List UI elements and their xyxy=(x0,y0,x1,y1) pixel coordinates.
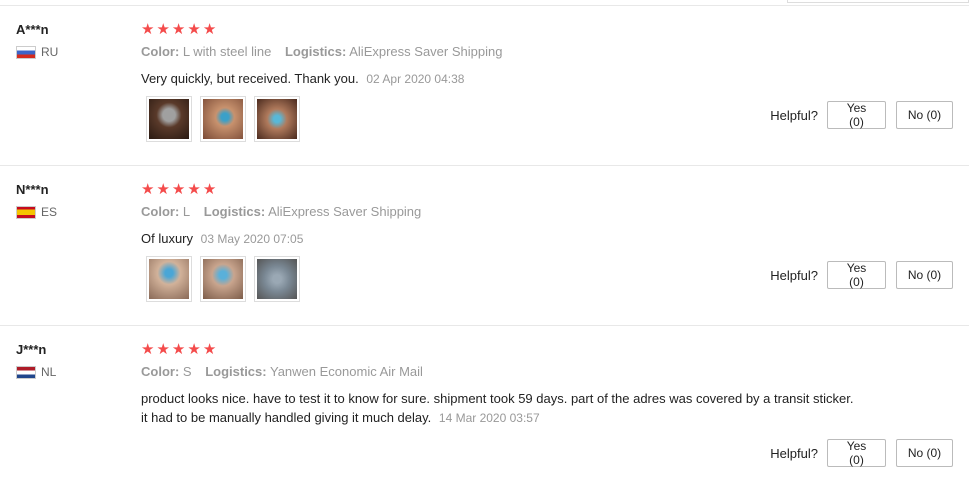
logistics-value: AliExpress Saver Shipping xyxy=(349,44,503,59)
country-code: ES xyxy=(41,205,58,219)
review-text: product looks nice. have to test it to k… xyxy=(141,389,861,428)
review-text: Very quickly, but received. Thank you. 0… xyxy=(141,69,901,89)
reviewer-info: J***n NL xyxy=(16,342,56,379)
review-body: Of luxury xyxy=(141,231,194,246)
review-photos xyxy=(146,96,308,142)
reviewer-name: J***n xyxy=(16,342,47,357)
helpful-label: Helpful? xyxy=(770,107,818,123)
logistics-value: Yanwen Economic Air Mail xyxy=(270,364,423,379)
star-rating: ★★★★★ xyxy=(141,20,901,40)
helpful-no-button[interactable]: No (0) xyxy=(896,261,953,289)
star-icon: ★ xyxy=(171,181,187,198)
review-date: 02 Apr 2020 04:38 xyxy=(366,72,465,86)
top-control-edge xyxy=(787,0,969,3)
country-code: NL xyxy=(41,365,57,379)
review-content: ★★★★★ Color: S Logistics: Yanwen Economi… xyxy=(141,340,901,428)
reviewer-country: NL xyxy=(16,365,56,379)
color-label: Color: xyxy=(141,204,180,219)
review-photo-thumbnail[interactable] xyxy=(200,256,246,302)
reviewer-name: A***n xyxy=(16,22,49,37)
review-date: 03 May 2020 07:05 xyxy=(200,232,304,246)
review-content: ★★★★★ Color: L with steel line Logistics… xyxy=(141,20,901,89)
helpful-section: Helpful? Yes (0) No (0) xyxy=(770,101,953,129)
star-icon: ★ xyxy=(202,21,218,38)
review-photo-thumbnail[interactable] xyxy=(200,96,246,142)
logistics-label: Logistics: xyxy=(284,44,347,59)
star-icon: ★ xyxy=(156,21,171,38)
star-icon: ★ xyxy=(187,341,202,358)
review-content: ★★★★★ Color: L Logistics: AliExpress Sav… xyxy=(141,180,901,249)
review-meta: Color: L with steel line Logistics: AliE… xyxy=(141,44,901,59)
review-photos xyxy=(146,256,308,302)
color-label: Color: xyxy=(141,44,180,59)
helpful-yes-button[interactable]: Yes (0) xyxy=(827,261,886,289)
helpful-label: Helpful? xyxy=(770,445,818,461)
review-text: Of luxury 03 May 2020 07:05 xyxy=(141,229,901,249)
star-icon: ★ xyxy=(141,21,156,38)
helpful-no-button[interactable]: No (0) xyxy=(896,101,953,129)
netherlands-flag-icon xyxy=(16,365,36,379)
spain-flag-icon xyxy=(16,205,36,219)
review-photo-thumbnail[interactable] xyxy=(254,96,300,142)
helpful-section: Helpful? Yes (0) No (0) xyxy=(770,261,953,289)
star-icon: ★ xyxy=(156,181,171,198)
review-item: J***n NL ★★★★★ Color: S Logistics: Yanwe… xyxy=(0,326,969,478)
helpful-no-button[interactable]: No (0) xyxy=(896,439,953,467)
star-rating: ★★★★★ xyxy=(141,180,901,200)
helpful-yes-button[interactable]: Yes (0) xyxy=(827,439,886,467)
helpful-label: Helpful? xyxy=(770,267,818,283)
star-icon: ★ xyxy=(141,341,156,358)
review-item: N***n ES ★★★★★ Color: L Logistics: AliEx… xyxy=(0,166,969,326)
review-item: A***n RU ★★★★★ Color: L with steel line … xyxy=(0,6,969,166)
review-photo-thumbnail[interactable] xyxy=(146,256,192,302)
star-icon: ★ xyxy=(187,181,202,198)
star-icon: ★ xyxy=(156,341,171,358)
logistics-label: Logistics: xyxy=(203,204,266,219)
color-value: L with steel line xyxy=(182,44,272,59)
review-photo-thumbnail[interactable] xyxy=(146,96,192,142)
helpful-yes-button[interactable]: Yes (0) xyxy=(827,101,886,129)
reviewer-country: ES xyxy=(16,205,57,219)
logistics-label: Logistics: xyxy=(205,364,267,379)
review-photo-thumbnail[interactable] xyxy=(254,256,300,302)
star-rating: ★★★★★ xyxy=(141,340,901,360)
review-body: Very quickly, but received. Thank you. xyxy=(141,71,359,86)
star-icon: ★ xyxy=(202,181,218,198)
reviewer-info: N***n ES xyxy=(16,182,57,219)
helpful-section: Helpful? Yes (0) No (0) xyxy=(770,439,953,467)
reviewer-info: A***n RU xyxy=(16,22,58,59)
star-icon: ★ xyxy=(171,21,187,38)
review-meta: Color: L Logistics: AliExpress Saver Shi… xyxy=(141,204,901,219)
reviewer-name: N***n xyxy=(16,182,49,197)
review-meta: Color: S Logistics: Yanwen Economic Air … xyxy=(141,364,901,379)
russia-flag-icon xyxy=(16,45,36,59)
star-icon: ★ xyxy=(171,341,187,358)
star-icon: ★ xyxy=(141,181,156,198)
color-label: Color: xyxy=(141,364,180,379)
logistics-value: AliExpress Saver Shipping xyxy=(268,204,422,219)
review-date: 14 Mar 2020 03:57 xyxy=(438,411,540,425)
star-icon: ★ xyxy=(202,341,218,358)
country-code: RU xyxy=(41,45,59,59)
color-value: L xyxy=(182,204,191,219)
star-icon: ★ xyxy=(187,21,202,38)
color-value: S xyxy=(182,364,192,379)
reviewer-country: RU xyxy=(16,45,58,59)
